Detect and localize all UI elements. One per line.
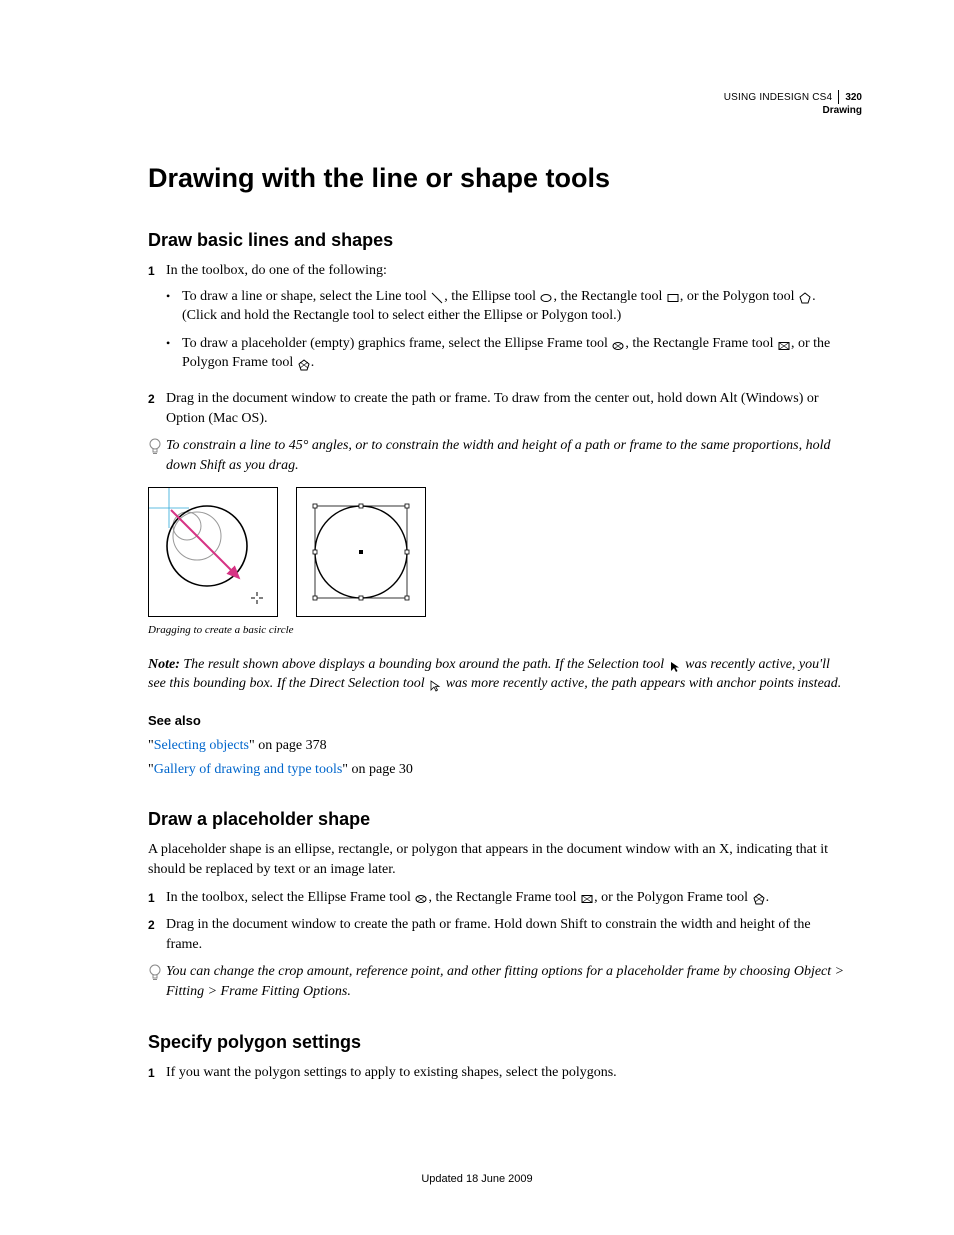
see-also-heading: See also bbox=[148, 712, 846, 730]
line-tool-icon bbox=[431, 291, 443, 301]
ellipse-frame-tool-icon bbox=[612, 339, 624, 349]
running-header: USING INDESIGN CS4 320 Drawing bbox=[724, 90, 862, 117]
direct-selection-tool-icon bbox=[429, 679, 441, 689]
step-1: 1 In the toolbox, select the Ellipse Fra… bbox=[148, 888, 846, 908]
step-1-text: In the toolbox, do one of the following: bbox=[166, 263, 387, 278]
note-label: Note: bbox=[148, 657, 183, 672]
figure-row bbox=[148, 487, 846, 617]
heading-polygon-settings: Specify polygon settings bbox=[148, 1030, 846, 1055]
polygon-frame-tool-icon bbox=[753, 892, 765, 902]
step-2-text: Drag in the document window to create th… bbox=[166, 915, 846, 954]
link-gallery-tools[interactable]: Gallery of drawing and type tools bbox=[154, 762, 343, 777]
header-section: Drawing bbox=[724, 104, 862, 117]
substep-a: • To draw a line or shape, select the Li… bbox=[166, 287, 846, 326]
polygon-frame-tool-icon bbox=[298, 358, 310, 368]
see-also-item: "Gallery of drawing and type tools" on p… bbox=[148, 760, 846, 780]
header-divider bbox=[838, 90, 839, 104]
step-number: 1 bbox=[148, 1063, 166, 1083]
see-also-item: "Selecting objects" on page 378 bbox=[148, 736, 846, 756]
steps-list-3: 1 If you want the polygon settings to ap… bbox=[148, 1063, 846, 1083]
note-block: Note: The result shown above displays a … bbox=[148, 655, 846, 694]
tip-text: You can change the crop amount, referenc… bbox=[166, 962, 846, 1001]
tip-block: To constrain a line to 45° angles, or to… bbox=[148, 436, 846, 475]
step-2: 2 Drag in the document window to create … bbox=[148, 389, 846, 428]
step-number: 2 bbox=[148, 915, 166, 954]
step-2-text: Drag in the document window to create th… bbox=[166, 389, 846, 428]
step-number: 1 bbox=[148, 261, 166, 381]
heading-draw-basic: Draw basic lines and shapes bbox=[148, 228, 846, 253]
page: USING INDESIGN CS4 320 Drawing Drawing w… bbox=[0, 0, 954, 1235]
step-1: 1 In the toolbox, do one of the followin… bbox=[148, 261, 846, 381]
step-1-text: If you want the polygon settings to appl… bbox=[166, 1063, 846, 1083]
figure-dragging bbox=[148, 487, 278, 617]
substep-b: • To draw a placeholder (empty) graphics… bbox=[166, 334, 846, 373]
steps-list: 1 In the toolbox, do one of the followin… bbox=[148, 261, 846, 428]
page-title: Drawing with the line or shape tools bbox=[148, 160, 846, 198]
rectangle-frame-tool-icon bbox=[778, 339, 790, 349]
lightbulb-icon bbox=[148, 436, 166, 475]
header-product: USING INDESIGN CS4 bbox=[724, 91, 833, 104]
figure-result bbox=[296, 487, 426, 617]
rectangle-frame-tool-icon bbox=[581, 892, 593, 902]
footer-updated: Updated 18 June 2009 bbox=[0, 1172, 954, 1187]
rectangle-tool-icon bbox=[667, 291, 679, 301]
figure-caption: Dragging to create a basic circle bbox=[148, 623, 846, 638]
steps-list-2: 1 In the toolbox, select the Ellipse Fra… bbox=[148, 888, 846, 955]
tip-block: You can change the crop amount, referenc… bbox=[148, 962, 846, 1001]
placeholder-intro: A placeholder shape is an ellipse, recta… bbox=[148, 840, 846, 879]
header-page-number: 320 bbox=[845, 91, 862, 104]
selection-tool-icon bbox=[669, 660, 681, 670]
step-2: 2 Drag in the document window to create … bbox=[148, 915, 846, 954]
step-number: 1 bbox=[148, 888, 166, 908]
tip-text: To constrain a line to 45° angles, or to… bbox=[166, 436, 846, 475]
heading-placeholder: Draw a placeholder shape bbox=[148, 807, 846, 832]
step-number: 2 bbox=[148, 389, 166, 428]
link-selecting-objects[interactable]: Selecting objects bbox=[154, 738, 249, 753]
bullet-icon: • bbox=[166, 334, 182, 373]
lightbulb-icon bbox=[148, 962, 166, 1001]
ellipse-tool-icon bbox=[540, 291, 552, 301]
bullet-icon: • bbox=[166, 287, 182, 326]
ellipse-frame-tool-icon bbox=[415, 892, 427, 902]
polygon-tool-icon bbox=[799, 291, 811, 301]
step-1: 1 If you want the polygon settings to ap… bbox=[148, 1063, 846, 1083]
